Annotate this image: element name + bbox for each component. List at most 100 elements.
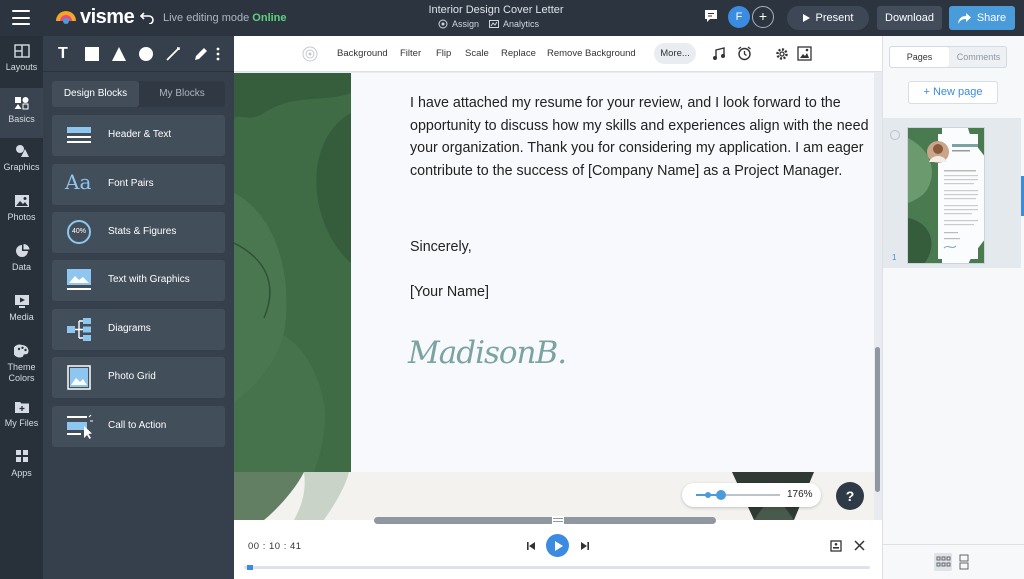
vertical-scroll-thumb[interactable] (875, 347, 880, 492)
rail-label: Media (9, 312, 34, 322)
block-label: Header & Text (108, 129, 172, 140)
rail-label: My Files (4, 418, 39, 428)
block-stats-figures[interactable]: 40% Stats & Figures (52, 212, 225, 253)
basics-panel: T Design Blocks My Blocks Header & Text … (43, 36, 234, 579)
menu-icon[interactable] (12, 10, 30, 25)
help-button[interactable]: ? (836, 482, 864, 510)
document-title[interactable]: Interior Design Cover Letter (380, 4, 612, 16)
share-button[interactable]: Share (949, 6, 1015, 30)
alarm-clock-icon[interactable] (737, 46, 752, 61)
media-icon (14, 295, 29, 308)
signature-text[interactable]: MadisonB. (408, 335, 567, 371)
visme-editor: visme Live editing mode Online Interior … (0, 0, 1024, 579)
page-select-icon[interactable] (890, 130, 900, 140)
block-photo-grid[interactable]: Photo Grid (52, 357, 225, 398)
assign-button[interactable]: Assign (438, 19, 479, 29)
rail-label: Graphics (3, 162, 40, 172)
block-font-pairs[interactable]: Aa Font Pairs (52, 164, 225, 205)
play-button[interactable] (546, 534, 569, 557)
view-toggles (883, 544, 1024, 579)
page-thumbnail[interactable] (907, 127, 985, 264)
letter-name-placeholder[interactable]: [Your Name] (410, 284, 489, 300)
tab-comments[interactable]: Comments (949, 47, 1008, 67)
undo-icon[interactable] (140, 10, 154, 24)
settings-gear-icon[interactable] (775, 47, 789, 61)
grid-view-icon[interactable] (934, 553, 952, 571)
rail-item-graphics[interactable]: Graphics (0, 136, 43, 186)
block-diagrams[interactable]: Diagrams (52, 309, 225, 350)
horizontal-scrollbar[interactable] (374, 517, 716, 524)
text-tool-icon[interactable]: T (58, 45, 74, 62)
zoom-control: 176% (682, 483, 821, 507)
download-button[interactable]: Download (877, 6, 942, 30)
monstera-leaf-image (234, 73, 351, 472)
comments-icon[interactable] (704, 9, 718, 23)
previous-icon[interactable] (526, 541, 536, 551)
letter-body[interactable]: I have attached my resume for your revie… (410, 92, 874, 182)
visme-logo-icon (56, 11, 76, 24)
block-label: Call to Action (108, 420, 167, 431)
rail-label: Apps (11, 468, 32, 478)
rail-item-data[interactable]: Data (0, 236, 43, 286)
next-icon[interactable] (580, 541, 590, 551)
triangle-tool-icon[interactable] (111, 46, 127, 62)
rail-item-theme-colors[interactable]: Theme Colors (0, 336, 43, 386)
theme-colors-icon (13, 344, 28, 358)
rail-item-media[interactable]: Media (0, 286, 43, 336)
more-tools-button[interactable]: More... (654, 43, 696, 64)
circle-tool-icon[interactable] (138, 46, 154, 62)
add-collaborator-button[interactable]: + (752, 6, 774, 28)
image-replace-icon[interactable] (797, 46, 812, 61)
close-icon[interactable] (854, 540, 865, 551)
editing-mode-label: Live editing mode (163, 12, 250, 24)
more-vertical-icon[interactable] (214, 46, 222, 62)
captions-icon[interactable] (830, 540, 842, 552)
zoom-slider-handle[interactable] (716, 490, 727, 500)
rail-item-apps[interactable]: Apps (0, 442, 43, 492)
replace-tool[interactable]: Replace (501, 48, 536, 59)
block-text-with-graphics[interactable]: Text with Graphics (52, 260, 225, 301)
background-tool[interactable]: Background (337, 48, 388, 59)
play-icon (802, 14, 810, 22)
remove-background-tool[interactable]: Remove Background (547, 48, 636, 59)
pen-tool-icon[interactable] (193, 46, 209, 62)
flip-tool[interactable]: Flip (436, 48, 451, 59)
letter-closing[interactable]: Sincerely, (410, 239, 472, 255)
list-view-icon[interactable] (955, 553, 973, 571)
rail-item-photos[interactable]: Photos (0, 186, 43, 236)
block-header-text[interactable]: Header & Text (52, 115, 225, 156)
rail-item-layouts[interactable]: Layouts (0, 36, 43, 86)
my-files-icon (14, 402, 29, 413)
analytics-button[interactable]: Analytics (489, 19, 539, 29)
rail-item-basics[interactable]: Basics (0, 88, 43, 138)
vertical-scrollbar[interactable] (874, 73, 882, 520)
image-toolbar: Background Filter Flip Scale Replace Rem… (234, 36, 882, 72)
page-thumbnail-item[interactable]: 1 (883, 118, 1021, 268)
online-status: Online (252, 12, 287, 24)
avatar[interactable]: F (728, 6, 750, 28)
timeline-progress[interactable] (244, 565, 870, 570)
tab-my-blocks[interactable]: My Blocks (139, 81, 225, 107)
assign-label: Assign (452, 19, 480, 29)
audio-icon[interactable] (712, 47, 726, 61)
line-tool-icon[interactable] (165, 46, 181, 62)
rail-item-my-files[interactable]: My Files (0, 392, 43, 442)
filter-tool[interactable]: Filter (400, 48, 421, 59)
title-actions: Assign Analytics (438, 19, 539, 29)
scale-tool[interactable]: Scale (465, 48, 489, 59)
rectangle-tool-icon[interactable] (84, 46, 100, 62)
tab-pages[interactable]: Pages (890, 47, 949, 67)
new-page-button[interactable]: + New page (908, 81, 998, 104)
page-thumbnail-preview (908, 128, 984, 263)
timeline-progress-handle[interactable] (247, 565, 254, 570)
document-stage[interactable]: I have attached my resume for your revie… (234, 73, 874, 520)
page-number: 1 (892, 253, 897, 262)
animation-icon[interactable] (302, 46, 318, 62)
letter-line: your organization. Thank you for conside… (410, 140, 864, 156)
tab-design-blocks[interactable]: Design Blocks (52, 81, 139, 107)
horizontal-scroll-grip-icon[interactable] (552, 516, 564, 524)
analytics-icon (489, 20, 500, 28)
leaf-graphic-left[interactable] (234, 73, 351, 472)
block-call-to-action[interactable]: Call to Action (52, 406, 225, 447)
present-button[interactable]: Present (787, 6, 869, 30)
